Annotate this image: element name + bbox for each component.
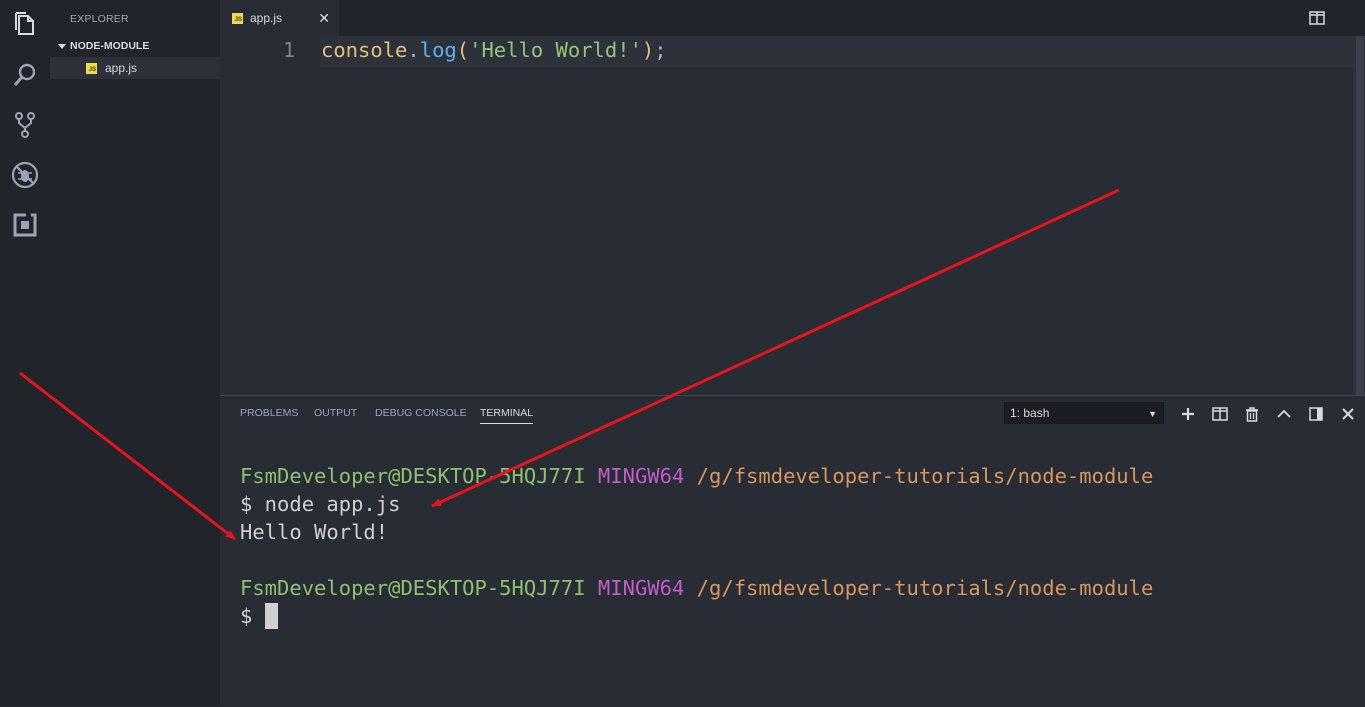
- terminal-prompt-line: FsmDeveloper@DESKTOP-5HQJ77I MINGW64 /g/…: [240, 574, 1153, 602]
- editor-scrollbar[interactable]: [1353, 36, 1365, 395]
- file-label: app.js: [105, 61, 138, 75]
- terminal-select-value: 1: bash: [1010, 406, 1050, 420]
- tab-debug-console[interactable]: DEBUG CONSOLE: [375, 407, 467, 419]
- split-editor-icon[interactable]: [1309, 11, 1325, 30]
- terminal-mingw: MINGW64: [597, 576, 685, 600]
- caret-down-icon: ▼: [1148, 409, 1157, 419]
- split-terminal-icon[interactable]: [1212, 406, 1228, 422]
- source-control-icon[interactable]: [10, 110, 40, 140]
- bottom-panel: PROBLEMS OUTPUT DEBUG CONSOLE TERMINAL 1…: [220, 395, 1365, 707]
- activity-bar: [0, 0, 50, 706]
- explorer-sidebar: EXPLORER NODE-MODULE JS app.js: [50, 0, 220, 706]
- search-icon[interactable]: [10, 60, 40, 90]
- file-item-app-js[interactable]: JS app.js: [50, 57, 220, 79]
- close-icon[interactable]: ✕: [318, 10, 330, 27]
- extensions-icon[interactable]: [10, 210, 40, 240]
- terminal-cursor: [264, 603, 278, 629]
- sidebar-title: EXPLORER: [70, 13, 129, 25]
- terminal-prompt-symbol: $: [240, 604, 265, 628]
- terminal-input-line[interactable]: $: [240, 602, 1153, 630]
- tab-label: app.js: [250, 11, 283, 25]
- javascript-file-icon: JS: [86, 62, 97, 74]
- files-icon[interactable]: [10, 9, 40, 39]
- trash-icon[interactable]: [1244, 406, 1260, 422]
- editor-tab-bar: JS app.js ✕: [220, 0, 1365, 36]
- close-panel-icon[interactable]: [1340, 406, 1356, 422]
- code-method: log: [419, 38, 457, 62]
- terminal-path: /g/fsmdeveloper-tutorials/node-module: [696, 576, 1154, 600]
- tab-terminal[interactable]: TERMINAL: [480, 407, 534, 424]
- code-line[interactable]: console.log('Hello World!');: [321, 38, 667, 62]
- terminal-user-host: FsmDeveloper@DESKTOP-5HQJ77I: [240, 464, 586, 488]
- terminal-path: /g/fsmdeveloper-tutorials/node-module: [696, 464, 1154, 488]
- terminal-user-host: FsmDeveloper@DESKTOP-5HQJ77I: [240, 576, 586, 600]
- tab-problems[interactable]: PROBLEMS: [240, 407, 298, 419]
- chevron-down-icon: [58, 43, 66, 49]
- terminal-command: $ node app.js: [240, 492, 401, 516]
- javascript-file-icon: JS: [232, 12, 243, 24]
- terminal-output[interactable]: FsmDeveloper@DESKTOP-5HQJ77I MINGW64 /g/…: [240, 462, 1153, 630]
- code-editor[interactable]: 1 console.log('Hello World!');: [220, 36, 1353, 395]
- terminal-program-output: Hello World!: [240, 520, 389, 544]
- scrollbar-thumb[interactable]: [1356, 36, 1364, 395]
- chevron-up-icon[interactable]: [1276, 406, 1292, 422]
- tab-output[interactable]: OUTPUT: [314, 407, 357, 419]
- code-close-paren: ): [641, 38, 655, 62]
- debug-icon[interactable]: [10, 160, 40, 190]
- code-semicolon: ;: [654, 38, 667, 62]
- terminal-mingw: MINGW64: [597, 464, 685, 488]
- new-terminal-icon[interactable]: [1180, 406, 1196, 422]
- code-string: 'Hello World!': [469, 38, 642, 62]
- tab-app-js[interactable]: JS app.js ✕: [220, 0, 339, 36]
- folder-node-module[interactable]: NODE-MODULE: [50, 36, 220, 56]
- code-object: console: [321, 38, 408, 62]
- terminal-prompt-line: FsmDeveloper@DESKTOP-5HQJ77I MINGW64 /g/…: [240, 462, 1153, 490]
- code-open-paren: (: [456, 38, 470, 62]
- code-dot: .: [407, 38, 420, 62]
- toggle-panel-icon[interactable]: [1308, 406, 1324, 422]
- folder-label: NODE-MODULE: [70, 40, 150, 52]
- line-number: 1: [282, 38, 295, 62]
- terminal-select[interactable]: 1: bash ▼: [1004, 402, 1164, 424]
